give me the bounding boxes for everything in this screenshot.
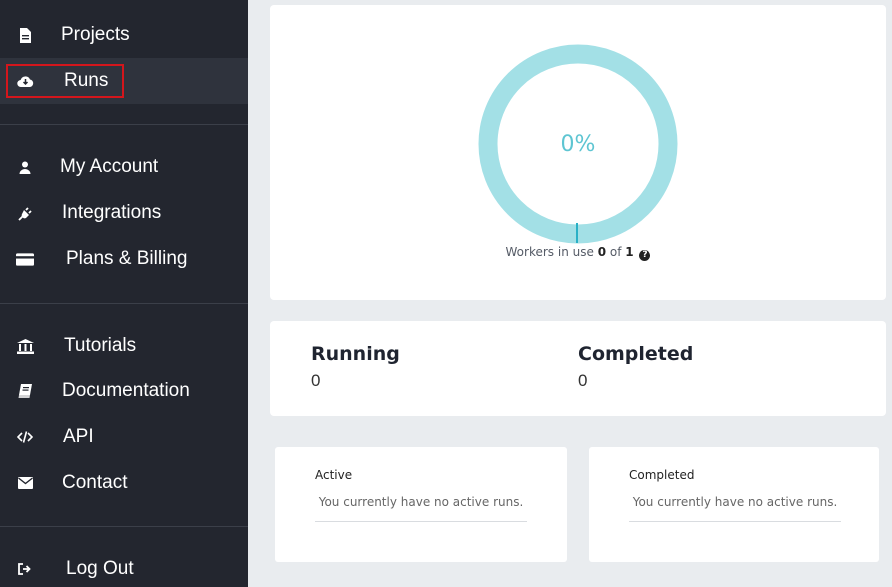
- envelope-icon: [16, 474, 34, 492]
- sidebar-item-my-account[interactable]: My Account: [0, 144, 248, 190]
- cloud-download-icon: [16, 72, 34, 90]
- workers-of: of: [609, 245, 622, 259]
- workers-used: 0: [597, 245, 607, 259]
- sidebar-item-log-out[interactable]: Log Out: [0, 546, 248, 587]
- sidebar-item-label: Plans & Billing: [66, 248, 188, 269]
- sign-out-icon: [16, 560, 34, 578]
- bank-icon: [16, 337, 34, 355]
- workers-total: 1: [625, 245, 634, 259]
- sidebar-item-api[interactable]: API: [0, 414, 248, 460]
- sidebar-item-label: Log Out: [66, 558, 134, 579]
- sidebar-item-label: My Account: [60, 156, 159, 177]
- workers-gauge-card: 0% Workers in use 0 of 1 ?: [270, 5, 886, 300]
- sidebar-item-label: Tutorials: [64, 335, 137, 356]
- credit-card-icon: [16, 250, 34, 268]
- sidebar-divider: [0, 526, 248, 527]
- plug-icon: [16, 204, 34, 222]
- completed-count: 0: [578, 371, 588, 390]
- running-count: 0: [311, 371, 321, 390]
- sidebar-item-label: Runs: [64, 70, 109, 91]
- file-icon: [16, 26, 34, 44]
- workers-in-use-text: Workers in use 0 of 1 ?: [270, 245, 886, 261]
- completed-runs-empty-message: You currently have no active runs.: [629, 488, 841, 522]
- completed-runs-title: Completed: [629, 468, 695, 482]
- active-runs-empty-message: You currently have no active runs.: [315, 488, 527, 522]
- code-icon: [16, 428, 34, 446]
- sidebar-item-tutorials[interactable]: Tutorials: [0, 323, 248, 369]
- sidebar-item-contact[interactable]: Contact: [0, 460, 248, 506]
- sidebar-divider: [0, 124, 248, 125]
- workers-label: Workers in use: [505, 245, 594, 259]
- sidebar-item-plans-billing[interactable]: Plans & Billing: [0, 236, 248, 282]
- gauge-percent: 0%: [560, 131, 596, 157]
- sidebar-item-documentation[interactable]: Documentation: [0, 368, 248, 414]
- sidebar-item-label: Integrations: [62, 202, 162, 223]
- workers-gauge: 0%: [476, 42, 680, 246]
- sidebar-divider: [0, 303, 248, 304]
- sidebar-item-label: Contact: [62, 472, 128, 493]
- completed-stat: Completed 0: [578, 343, 693, 391]
- sidebar-item-runs[interactable]: Runs: [0, 58, 248, 104]
- sidebar-item-label: API: [63, 426, 94, 447]
- sidebar-item-integrations[interactable]: Integrations: [0, 190, 248, 236]
- running-stat: Running 0: [311, 343, 400, 391]
- active-runs-title: Active: [315, 468, 353, 482]
- active-runs-card: Active You currently have no active runs…: [275, 447, 567, 562]
- sidebar-item-projects[interactable]: Projects: [0, 12, 248, 58]
- sidebar-item-label: Projects: [61, 24, 130, 45]
- completed-runs-card: Completed You currently have no active r…: [589, 447, 879, 562]
- sidebar-item-label: Documentation: [62, 380, 190, 401]
- running-title: Running: [311, 343, 400, 365]
- question-circle-icon[interactable]: ?: [639, 250, 651, 261]
- book-icon: [16, 382, 34, 400]
- completed-title: Completed: [578, 343, 694, 365]
- user-icon: [16, 158, 34, 176]
- run-stats-card: Running 0 Completed 0: [270, 321, 886, 416]
- sidebar: Projects Runs My Account Integrations Pl…: [0, 0, 248, 587]
